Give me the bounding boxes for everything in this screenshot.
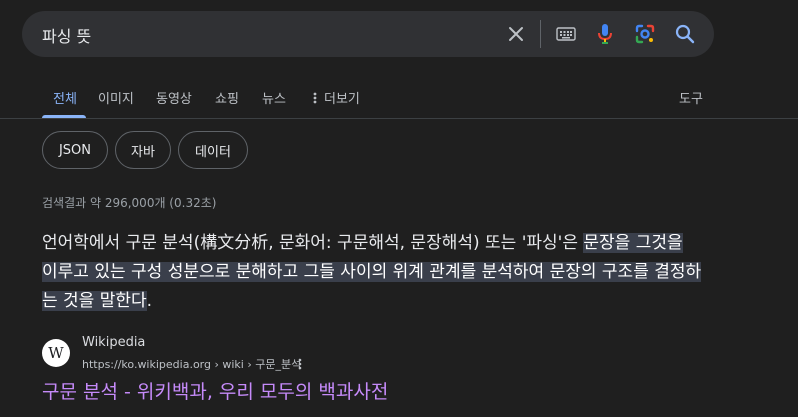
snippet-end: . bbox=[146, 291, 153, 311]
result-options-icon[interactable] bbox=[295, 356, 305, 372]
lens-icon[interactable] bbox=[633, 22, 657, 46]
search-input[interactable]: 파싱 뜻 bbox=[42, 23, 91, 47]
chip-java[interactable]: 자바 bbox=[115, 131, 171, 169]
more-vert-icon bbox=[313, 92, 317, 104]
chip-json[interactable]: JSON bbox=[42, 131, 108, 169]
search-icon[interactable] bbox=[673, 22, 697, 46]
chip-data[interactable]: 데이터 bbox=[178, 131, 248, 169]
tab-shopping[interactable]: 쇼핑 bbox=[215, 88, 239, 107]
result-url[interactable]: https://ko.wikipedia.org › wiki › 구문_분석 bbox=[82, 356, 301, 372]
tab-images[interactable]: 이미지 bbox=[98, 88, 134, 107]
tab-videos[interactable]: 동영상 bbox=[156, 88, 192, 107]
tabs-divider bbox=[0, 118, 798, 119]
snippet-text: 언어학에서 구문 분석(構文分析, 문화어: 구문해석, 문장해석) 또는 '파… bbox=[42, 233, 584, 253]
featured-snippet: 언어학에서 구문 분석(構文分析, 문화어: 구문해석, 문장해석) 또는 '파… bbox=[42, 229, 702, 316]
result-site-name[interactable]: Wikipedia bbox=[82, 335, 145, 350]
tab-all[interactable]: 전체 bbox=[53, 88, 77, 107]
wikipedia-favicon-icon[interactable]: W bbox=[42, 339, 70, 367]
tab-more-label: 더보기 bbox=[324, 92, 360, 107]
search-bar[interactable]: 파싱 뜻 bbox=[22, 11, 714, 57]
search-divider bbox=[540, 20, 541, 48]
tools-button[interactable]: 도구 bbox=[679, 88, 703, 107]
result-stats: 검색결과 약 296,000개 (0.32초) bbox=[42, 196, 217, 210]
microphone-icon[interactable] bbox=[593, 22, 617, 46]
search-tabs: 전체 이미지 동영상 쇼핑 뉴스 더보기 도구 bbox=[0, 86, 798, 118]
result-title-link[interactable]: 구문 분석 - 위키백과, 우리 모두의 백과사전 bbox=[42, 377, 388, 404]
keyboard-icon[interactable] bbox=[554, 22, 578, 46]
tab-more[interactable]: 더보기 bbox=[312, 88, 360, 107]
close-icon[interactable] bbox=[504, 22, 528, 46]
tab-news[interactable]: 뉴스 bbox=[262, 88, 286, 107]
